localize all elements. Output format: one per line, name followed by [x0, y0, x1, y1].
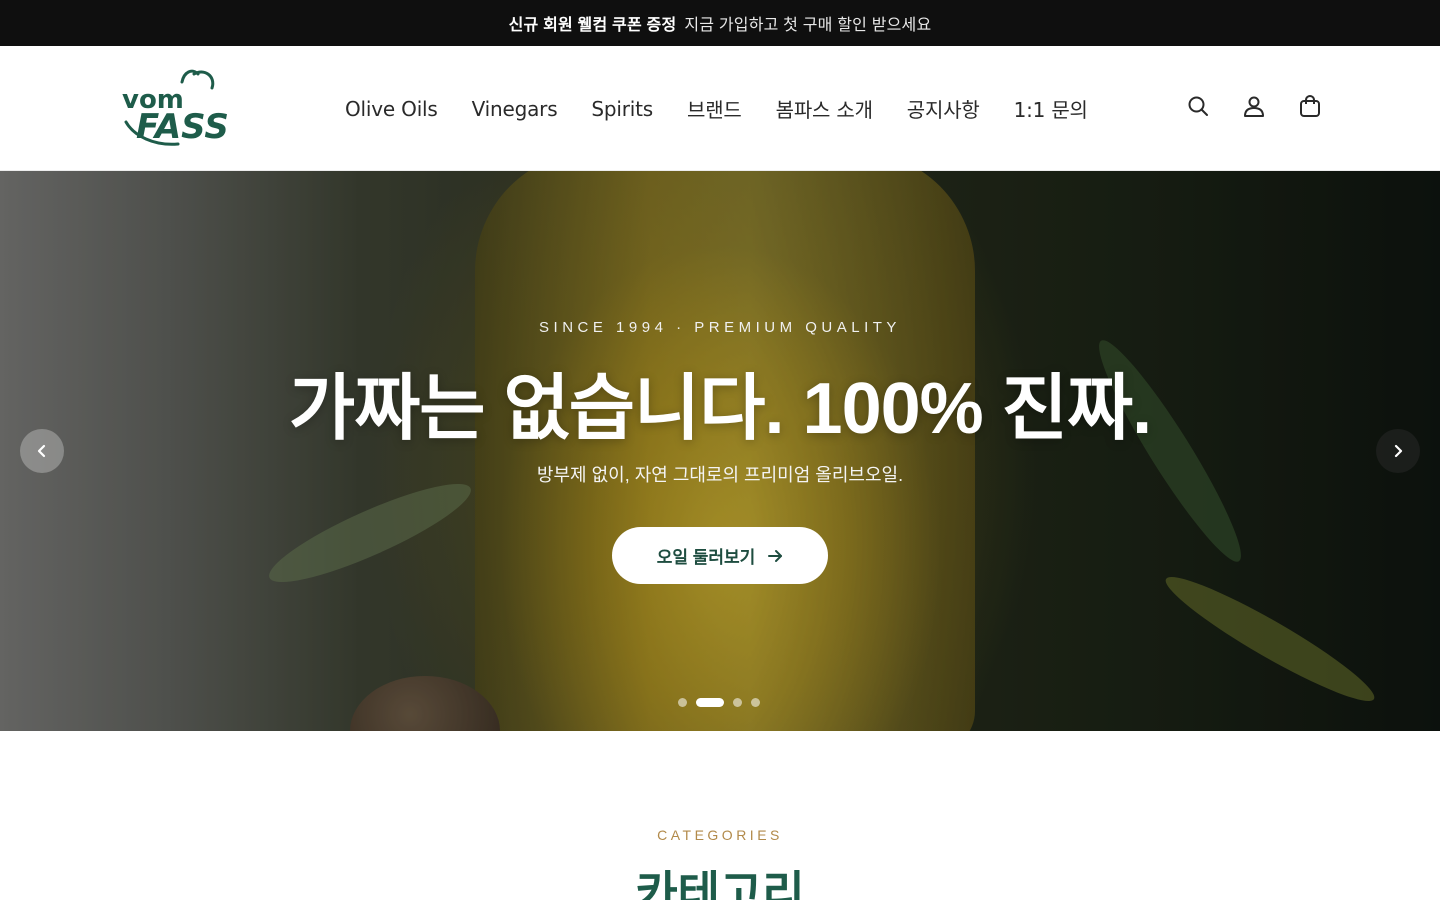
nav-spirits[interactable]: Spirits — [591, 97, 653, 121]
slider-dot[interactable] — [751, 698, 760, 707]
user-icon[interactable] — [1242, 94, 1266, 118]
chevron-left-icon — [37, 444, 46, 458]
slider-prev-button[interactable] — [20, 429, 64, 473]
announcement-bar: 신규 회원 웰컴 쿠폰 증정 지금 가입하고 첫 구매 할인 받으세요 — [0, 0, 1440, 46]
vomfass-logo[interactable]: vom FASS — [120, 64, 230, 148]
nav-vinegars[interactable]: Vinegars — [472, 97, 558, 121]
browse-oils-button[interactable]: 오일 둘러보기 — [612, 527, 828, 584]
hero-kicker: SINCE 1994 · PREMIUM QUALITY — [539, 319, 901, 336]
nav-notice[interactable]: 공지사항 — [907, 94, 980, 123]
hero-slider: SINCE 1994 · PREMIUM QUALITY 가짜는 없습니다. 1… — [0, 171, 1440, 731]
hero-content: SINCE 1994 · PREMIUM QUALITY 가짜는 없습니다. 1… — [0, 171, 1440, 731]
slider-dot[interactable] — [733, 698, 742, 707]
cta-label: 오일 둘러보기 — [656, 548, 756, 567]
nav-inquiry[interactable]: 1:1 문의 — [1014, 94, 1088, 123]
nav-olive-oils[interactable]: Olive Oils — [345, 97, 438, 121]
slider-dot-active[interactable] — [696, 698, 724, 707]
categories-kicker: CATEGORIES — [657, 827, 783, 843]
announcement-highlight: 신규 회원 웰컴 쿠폰 증정 — [508, 17, 677, 34]
logo-text-fass: FASS — [136, 107, 229, 147]
main-nav: Olive Oils Vinegars Spirits 브랜드 봄파스 소개 공… — [345, 46, 1122, 171]
categories-title: 카테고리 — [635, 867, 805, 900]
slider-dot[interactable] — [678, 698, 687, 707]
hero-headline: 가짜는 없습니다. 100% 진짜. — [288, 369, 1152, 449]
categories-section: CATEGORIES 카테고리 — [0, 731, 1440, 900]
bag-icon[interactable] — [1298, 94, 1322, 118]
hero-subline: 방부제 없이, 자연 그대로의 프리미엄 올리브오일. — [536, 465, 904, 485]
nav-brand[interactable]: 브랜드 — [687, 94, 742, 123]
announcement-text: 지금 가입하고 첫 구매 할인 받으세요 — [684, 17, 932, 34]
slider-dots — [678, 698, 760, 707]
slider-next-button[interactable] — [1376, 429, 1420, 473]
nav-about[interactable]: 봄파스 소개 — [776, 94, 873, 123]
site-header: vom FASS Olive Oils Vinegars Spirits 브랜드… — [0, 46, 1440, 171]
arrow-right-icon — [767, 548, 783, 564]
header-actions — [1186, 94, 1322, 118]
chevron-right-icon — [1394, 444, 1403, 458]
search-icon[interactable] — [1186, 94, 1210, 118]
